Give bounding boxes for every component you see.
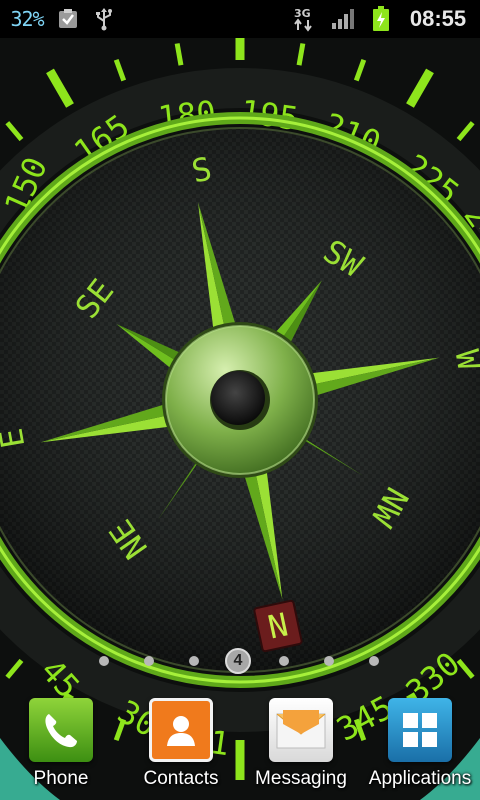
compass-live-wallpaper: 150 165 180 195 210 225 24 330 345 45 30… [0, 38, 480, 800]
battery-charging-icon [370, 0, 392, 38]
home-page-indicator[interactable]: 4 [0, 646, 480, 676]
applications-label: Applications [368, 768, 472, 789]
page-dot[interactable] [99, 656, 109, 666]
page-dot[interactable] [279, 656, 289, 666]
current-page-dot[interactable]: 4 [225, 648, 251, 674]
messaging-label: Messaging [255, 768, 347, 789]
applications-launcher[interactable]: Applications [362, 692, 478, 800]
contacts-label: Contacts [143, 768, 219, 789]
contacts-shortcut[interactable]: Contacts [136, 692, 226, 800]
usb-icon [92, 0, 116, 38]
clipboard-check-icon [56, 0, 80, 38]
contacts-icon[interactable] [149, 698, 213, 762]
battery-percent: 32% [10, 7, 44, 31]
page-dot[interactable] [324, 656, 334, 666]
status-clock: 08:55 [409, 6, 467, 31]
page-dot[interactable] [369, 656, 379, 666]
phone-icon[interactable] [29, 698, 93, 762]
phone-label: Phone [33, 768, 89, 789]
status-bar: 32% 3G 08:55 [0, 0, 480, 38]
messaging-icon[interactable] [269, 698, 333, 762]
page-dot[interactable] [189, 656, 199, 666]
applications-grid-icon[interactable] [388, 698, 452, 762]
phone-shortcut[interactable]: Phone [20, 692, 102, 800]
signal-strength-icon [330, 0, 358, 38]
app-dock: Phone Contacts Messaging Applications [0, 692, 480, 800]
north-marker: N [253, 599, 303, 653]
network-type-label: 3G [294, 7, 311, 20]
page-dot[interactable] [144, 656, 154, 666]
network-3g-icon: 3G [292, 0, 322, 38]
messaging-shortcut[interactable]: Messaging [250, 692, 352, 800]
